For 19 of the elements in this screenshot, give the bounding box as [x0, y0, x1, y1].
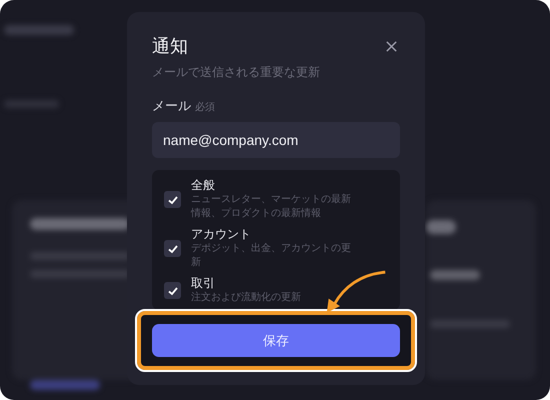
option-description: 注文および流動化の更新 [191, 291, 302, 305]
option-title: 全般 [191, 178, 216, 193]
checkbox[interactable] [164, 282, 181, 299]
option-title: アカウント [191, 227, 252, 242]
email-field[interactable]: name@company.com [152, 122, 400, 158]
check-icon [166, 194, 178, 206]
option-description: ニュースレター、マーケットの最新情報、プロダクトの最新情報 [191, 193, 352, 221]
checkbox[interactable] [164, 240, 181, 257]
checkbox[interactable] [164, 191, 181, 208]
save-button[interactable]: 保存 [152, 324, 400, 357]
option-title: 取引 [191, 276, 216, 291]
field-label: メール [152, 98, 191, 115]
check-icon [166, 242, 178, 254]
required-note: 必須 [195, 100, 215, 114]
dialog-subtitle: メールで送信される重要な更新 [152, 64, 321, 81]
close-icon[interactable] [385, 40, 398, 52]
option-description: デポジット、出金、アカウントの更新 [191, 242, 352, 270]
dialog-title: 通知 [152, 35, 188, 58]
check-icon [166, 284, 178, 296]
